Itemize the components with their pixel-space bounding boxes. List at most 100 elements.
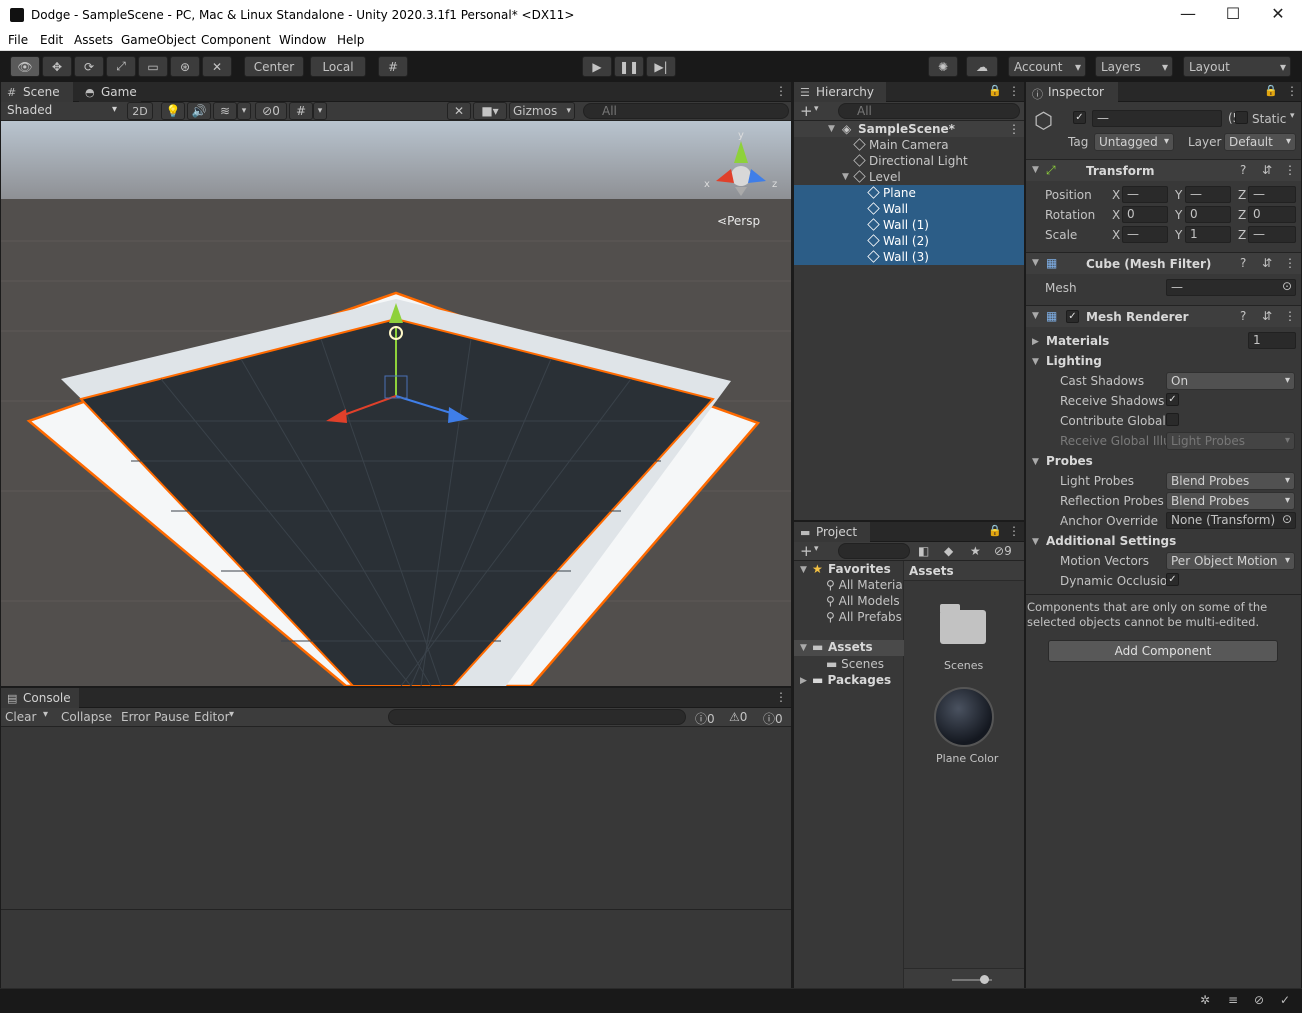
pause-button-icon[interactable]: ❚❚ <box>614 56 644 77</box>
transform-tool-icon[interactable]: ⊛ <box>170 56 200 77</box>
favorite-star-icon[interactable]: ★ <box>970 544 981 558</box>
pivot-local-toggle[interactable]: Local <box>310 56 366 77</box>
menu-edit[interactable]: Edit <box>40 33 63 47</box>
material-preview-icon[interactable] <box>934 687 994 747</box>
filter-type-icon[interactable]: ◧ <box>918 544 929 558</box>
hierarchy-scene-row[interactable]: ▼ ◈ SampleScene* ⋮ <box>794 121 1024 137</box>
help-icon[interactable]: ? <box>1240 163 1246 177</box>
tab-console[interactable]: ▤ Console <box>1 688 79 708</box>
asset-label-scenes[interactable]: Scenes <box>944 659 983 672</box>
view-tool-eye-icon[interactable]: 👁 <box>10 56 40 77</box>
position-x-input[interactable]: — <box>1122 186 1168 203</box>
tools-icon[interactable]: ✕ <box>447 102 471 120</box>
asset-label-plane-color[interactable]: Plane Color <box>936 752 998 765</box>
transform-header[interactable]: ▼ ⤢ Transform ? ⇵ ⋮ <box>1026 159 1301 181</box>
light-probes-dropdown[interactable]: Blend Probes <box>1166 472 1295 490</box>
mesh-renderer-header[interactable]: ▼ ▦ ✓ Mesh Renderer ? ⇵ ⋮ <box>1026 305 1301 327</box>
console-clear-button[interactable]: Clear <box>5 710 36 724</box>
scale-x-input[interactable]: — <box>1122 226 1168 243</box>
tree-item-assets[interactable]: ▼ ▬ Assets <box>794 640 904 656</box>
position-y-input[interactable]: — <box>1185 186 1231 203</box>
console-collapse-button[interactable]: Collapse <box>61 710 112 724</box>
custom-tool-icon[interactable]: ✕ <box>202 56 232 77</box>
hierarchy-search-input[interactable]: All <box>838 103 1020 119</box>
console-error-pause-button[interactable]: Error Pause <box>121 710 189 724</box>
maximize-button[interactable]: ☐ <box>1218 4 1248 23</box>
project-menu-icon[interactable]: ⋮ <box>1008 524 1020 538</box>
audio-toggle-icon[interactable]: 🔊 <box>187 102 211 120</box>
probes-foldout[interactable]: Probes <box>1046 454 1093 468</box>
expand-arrow-icon[interactable]: ▼ <box>1032 311 1039 321</box>
lighting-toggle-icon[interactable]: 💡 <box>161 102 185 120</box>
menu-assets[interactable]: Assets <box>74 33 113 47</box>
tab-hierarchy[interactable]: ☰ Hierarchy <box>794 82 886 102</box>
expand-arrow-icon[interactable]: ▼ <box>842 172 849 182</box>
filter-label-icon[interactable]: ◆ <box>944 544 953 558</box>
tree-item-packages[interactable]: ▬ Packages <box>812 673 891 687</box>
menu-help[interactable]: Help <box>337 33 364 47</box>
gizmos-dropdown[interactable]: Gizmos ▾ <box>509 102 575 120</box>
object-name-input[interactable]: — <box>1092 110 1222 127</box>
hierarchy-item-wall-3[interactable]: Wall (3) <box>794 249 1024 265</box>
tag-dropdown[interactable]: Untagged <box>1094 133 1174 151</box>
rotate-tool-icon[interactable]: ⟳ <box>74 56 104 77</box>
fav-item-prefabs[interactable]: ⚲ All Prefabs <box>826 610 902 624</box>
hidden-packages-toggle[interactable]: ⊘9 <box>994 544 1012 558</box>
scale-tool-icon[interactable]: ⤢ <box>106 56 136 77</box>
minimize-button[interactable]: — <box>1173 4 1203 23</box>
fav-item-materials[interactable]: ⚲ All Materia <box>826 578 903 592</box>
move-tool-icon[interactable]: ✥ <box>42 56 72 77</box>
grid-snap-icon[interactable]: # <box>378 56 408 77</box>
help-icon[interactable]: ? <box>1240 309 1246 323</box>
add-component-button[interactable]: Add Component <box>1048 640 1278 662</box>
hierarchy-item-directional-light[interactable]: Directional Light <box>794 153 1024 169</box>
play-button-icon[interactable]: ▶ <box>582 56 612 77</box>
scene-menu-icon[interactable]: ⋮ <box>775 84 787 98</box>
menu-file[interactable]: File <box>8 33 28 47</box>
editor-dropdown-icon[interactable]: ▾ <box>229 709 234 720</box>
component-menu-icon[interactable]: ⋮ <box>1284 309 1296 323</box>
additional-settings-foldout[interactable]: Additional Settings <box>1046 534 1176 548</box>
object-picker-icon[interactable]: ⊙ <box>1282 512 1292 526</box>
mesh-object-field[interactable]: — <box>1166 279 1296 296</box>
grid-dropdown-icon[interactable]: ▾ <box>313 102 327 120</box>
hierarchy-item-main-camera[interactable]: Main Camera <box>794 137 1024 153</box>
console-search-input[interactable] <box>388 709 686 725</box>
effects-toggle-icon[interactable]: ≋ <box>213 102 237 120</box>
expand-arrow-icon[interactable]: ▼ <box>1032 165 1039 175</box>
component-menu-icon[interactable]: ⋮ <box>1284 256 1296 270</box>
layer-dropdown[interactable]: Default <box>1224 133 1296 151</box>
hidden-objects-toggle[interactable]: ⊘ 0 <box>255 102 287 120</box>
rotation-y-input[interactable]: 0 <box>1185 206 1231 223</box>
clear-dropdown-icon[interactable]: ▾ <box>43 709 48 720</box>
expand-arrow-icon[interactable]: ▼ <box>800 643 807 653</box>
menu-gameobject[interactable]: GameObject <box>121 33 196 47</box>
static-dropdown-icon[interactable]: ▾ <box>1290 111 1295 121</box>
expand-arrow-icon[interactable]: ▼ <box>828 124 835 134</box>
tab-project[interactable]: ▬ Project <box>794 522 870 542</box>
console-menu-icon[interactable]: ⋮ <box>775 690 787 704</box>
rect-tool-icon[interactable]: ▭ <box>138 56 168 77</box>
help-icon[interactable]: ? <box>1240 256 1246 270</box>
account-dropdown[interactable]: Account ▾ <box>1008 56 1086 77</box>
zoom-slider-thumb[interactable] <box>980 975 989 984</box>
tree-item-scenes[interactable]: ▬ Scenes <box>826 657 884 671</box>
reflection-probes-dropdown[interactable]: Blend Probes <box>1166 492 1295 510</box>
lock-icon[interactable]: 🔒 <box>1264 84 1278 97</box>
tab-inspector[interactable]: ⓘ Inspector <box>1026 82 1118 102</box>
fav-item-models[interactable]: ⚲ All Models <box>826 594 900 608</box>
scale-y-input[interactable]: 1 <box>1185 226 1231 243</box>
folder-scenes-icon[interactable] <box>940 604 986 646</box>
add-dropdown-icon[interactable]: ▾ <box>814 544 819 554</box>
presets-icon[interactable]: ⇵ <box>1262 309 1272 323</box>
position-z-input[interactable]: — <box>1248 186 1296 203</box>
hierarchy-item-wall[interactable]: Wall <box>794 201 1024 217</box>
bug-icon[interactable]: ✲ <box>1200 993 1210 1007</box>
favorites-label[interactable]: Favorites <box>828 562 891 576</box>
menu-window[interactable]: Window <box>279 33 326 47</box>
camera-settings-icon[interactable]: ■▾ <box>473 102 507 120</box>
expand-arrow-icon[interactable]: ▼ <box>800 565 807 575</box>
motion-vectors-dropdown[interactable]: Per Object Motion <box>1166 552 1295 570</box>
hierarchy-item-level[interactable]: ▼ Level <box>794 169 1024 185</box>
scene-viewport[interactable]: y x z ⋖Persp <box>1 121 791 686</box>
